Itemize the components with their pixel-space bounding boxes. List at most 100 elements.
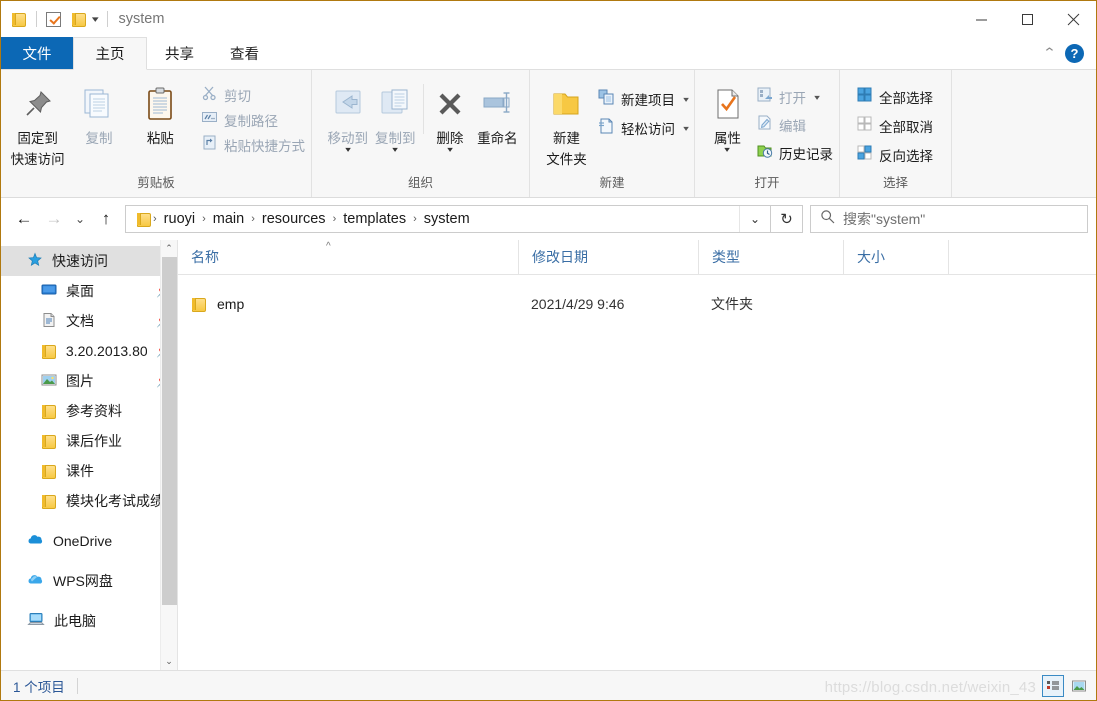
chevron-down-icon[interactable]: ▾ [392, 146, 398, 154]
column-header-type[interactable]: 类型 [698, 240, 843, 274]
forward-arrow-icon[interactable]: → [39, 204, 69, 234]
file-modified-cell: 2021/4/29 9:46 [531, 296, 625, 312]
scrollbar-track[interactable] [161, 605, 178, 653]
up-arrow-icon[interactable]: ↑ [91, 204, 121, 234]
scrollbar-thumb[interactable] [161, 257, 177, 605]
breadcrumb-item-system[interactable]: system [418, 211, 476, 227]
sidebar-item-documents[interactable]: 文档 📌 [1, 306, 177, 336]
column-headers: ^ 名称 修改日期 类型 大小 [178, 240, 1096, 275]
column-header-modified[interactable]: 修改日期 [518, 240, 698, 274]
table-row[interactable]: emp 2021/4/29 9:46 文件夹 [178, 287, 1096, 321]
sidebar-label: 课后作业 [66, 433, 122, 449]
open-button[interactable]: 打开 ▾ [756, 86, 833, 108]
address-dropdown-icon[interactable]: ⌄ [739, 206, 770, 232]
sidebar-item-courseware[interactable]: 课件 [1, 456, 177, 486]
properties-check-icon[interactable] [46, 11, 61, 27]
search-input[interactable]: 搜索"system" [810, 205, 1088, 233]
invert-selection-button[interactable]: 反向选择 [856, 144, 933, 166]
breadcrumb-item-ruoyi[interactable]: ruoyi [158, 211, 201, 227]
sidebar-item-homework[interactable]: 课后作业 [1, 426, 177, 456]
copy-path-icon [201, 109, 218, 131]
history-label: 历史记录 [779, 147, 833, 162]
tab-file[interactable]: 文件 [1, 37, 73, 69]
back-arrow-icon[interactable]: ← [9, 204, 39, 234]
sidebar-item-desktop[interactable]: 桌面 📌 [1, 276, 177, 306]
breadcrumb-item-templates[interactable]: templates [337, 211, 412, 227]
easy-access-icon [597, 117, 615, 140]
chevron-down-icon[interactable]: ▾ [814, 93, 820, 102]
new-folder-icon[interactable] [71, 12, 87, 27]
tab-view[interactable]: 查看 [212, 37, 277, 69]
edit-button[interactable]: 编辑 [756, 114, 833, 136]
delete-button[interactable]: 删除 ▾ [428, 76, 472, 154]
sidebar-item-exam-scores[interactable]: 模块化考试成绩 [1, 486, 177, 516]
sidebar-item-wps-cloud[interactable]: WPS网盘 [1, 566, 177, 596]
new-item-button[interactable]: 新建项目 ▾ [597, 88, 689, 110]
copy-to-button[interactable]: 复制到 ▾ [372, 76, 420, 154]
tab-home[interactable]: 主页 [73, 37, 147, 70]
maximize-icon[interactable] [1004, 1, 1050, 37]
thumbnails-view-icon[interactable] [1068, 675, 1090, 697]
sidebar-label: 桌面 [66, 283, 94, 299]
sidebar-item-version-folder[interactable]: 3.20.2013.80 📌 [1, 336, 177, 366]
rename-button[interactable]: 重命名 [472, 76, 523, 147]
view-mode-buttons [1042, 675, 1090, 697]
breadcrumb-item-main[interactable]: main [207, 211, 250, 227]
this-pc-icon [27, 611, 45, 631]
cut-button[interactable]: 剪切 [201, 84, 305, 106]
column-label: 大小 [857, 249, 885, 265]
ribbon-tab-right-controls: ⌃ ? [1042, 37, 1090, 69]
pin-to-quick-access-button[interactable]: 固定到 快速访问 [7, 76, 68, 168]
select-none-icon [856, 115, 873, 137]
sidebar-item-reference[interactable]: 参考资料 [1, 396, 177, 426]
sidebar-item-this-pc[interactable]: 此电脑 [1, 606, 177, 636]
divider [36, 11, 37, 27]
breadcrumb-item-resources[interactable]: resources [256, 211, 332, 227]
minimize-icon[interactable] [958, 1, 1004, 37]
copy-path-button[interactable]: 复制路径 [201, 109, 305, 131]
new-folder-label-line2: 文件夹 [546, 152, 587, 167]
chevron-up-icon[interactable]: ⌃ [1042, 45, 1056, 61]
ribbon-group-select: 全部选择 全部取消 反向选择 选择 [839, 70, 951, 197]
sidebar-label: 快速访问 [52, 253, 108, 269]
navigation-scrollbar[interactable]: ⌃ ⌄ [160, 240, 177, 670]
title-bar: ▾ system [1, 1, 1096, 37]
scroll-down-icon[interactable]: ⌄ [161, 653, 178, 670]
paste-button[interactable]: 粘贴 [130, 76, 191, 147]
scroll-up-icon[interactable]: ⌃ [161, 240, 178, 257]
details-view-icon[interactable] [1042, 675, 1064, 697]
select-all-button[interactable]: 全部选择 [856, 86, 933, 108]
sidebar-label: 图片 [66, 373, 94, 389]
easy-access-button[interactable]: 轻松访问 ▾ [597, 117, 689, 140]
tab-share[interactable]: 共享 [147, 37, 212, 69]
item-count: 1 个项目 [13, 679, 65, 695]
paste-shortcut-button[interactable]: 粘贴快捷方式 [201, 134, 305, 156]
help-button[interactable]: ? [1065, 43, 1084, 63]
address-bar: ← → ⌄ ↑ › ruoyi › main › resources › tem… [1, 198, 1096, 240]
invert-selection-label: 反向选择 [879, 149, 933, 164]
chevron-down-icon[interactable]: ▾ [725, 146, 731, 154]
chevron-down-icon[interactable]: ▾ [345, 146, 351, 154]
close-icon[interactable] [1050, 1, 1096, 37]
refresh-icon[interactable]: ↻ [771, 205, 803, 233]
copy-button[interactable]: 复制 [68, 76, 129, 147]
properties-button[interactable]: 属性 ▾ [705, 76, 750, 154]
chevron-down-icon[interactable]: ▾ [447, 146, 453, 154]
folder-icon[interactable] [11, 12, 27, 27]
sidebar-item-pictures[interactable]: 图片 📌 [1, 366, 177, 396]
chevron-down-icon[interactable]: ▾ [683, 124, 689, 133]
column-header-size[interactable]: 大小 [843, 240, 948, 274]
recent-locations-icon[interactable]: ⌄ [69, 204, 91, 234]
address-input[interactable]: › ruoyi › main › resources › templates ›… [125, 205, 771, 233]
select-none-button[interactable]: 全部取消 [856, 115, 933, 137]
move-to-button[interactable]: 移动到 ▾ [324, 76, 372, 154]
chevron-down-icon[interactable]: ▾ [92, 14, 99, 24]
sidebar-item-onedrive[interactable]: OneDrive [1, 526, 177, 556]
new-folder-button[interactable]: 新建 文件夹 [542, 76, 591, 168]
scissors-icon [201, 84, 218, 106]
column-header-name[interactable]: ^ 名称 [178, 240, 518, 274]
sidebar-item-quick-access[interactable]: 快速访问 [1, 246, 177, 276]
history-button[interactable]: 历史记录 [756, 142, 833, 164]
main-content: 快速访问 桌面 📌 [1, 240, 1096, 670]
chevron-down-icon[interactable]: ▾ [683, 95, 689, 104]
